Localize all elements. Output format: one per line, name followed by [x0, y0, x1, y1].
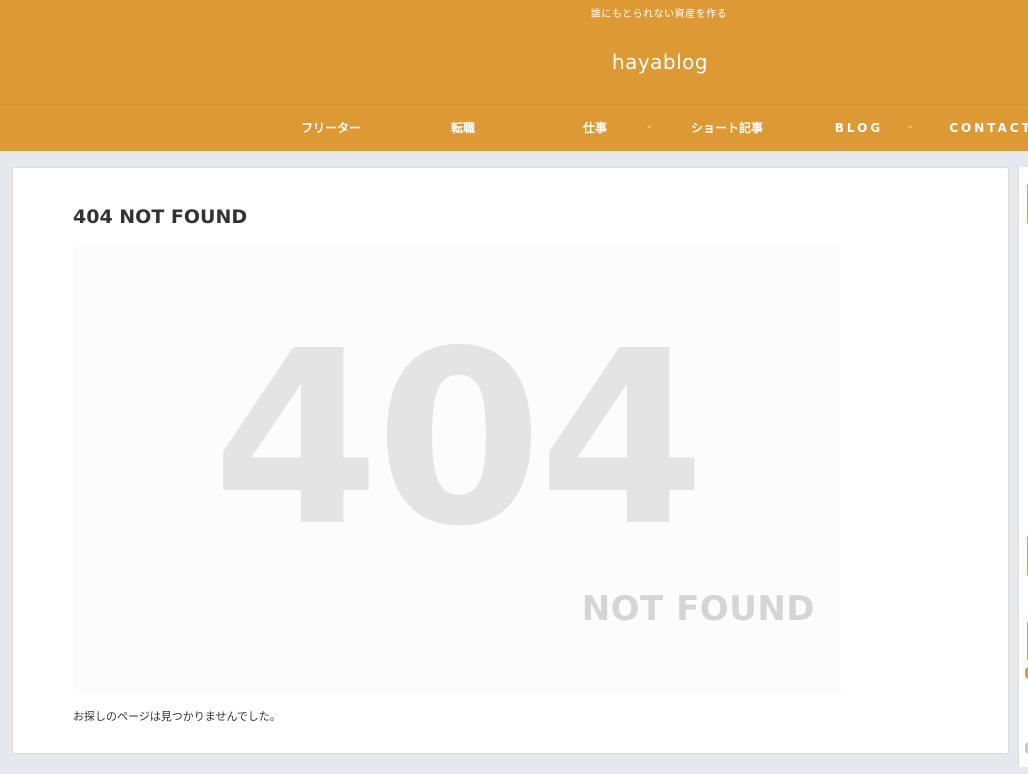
- global-nav: フリーター 転職 仕事 ⌄ ショート記事 BLOG ⌄ CONTACT: [265, 105, 1028, 150]
- site-title-link[interactable]: hayablog: [0, 50, 1028, 74]
- nav-item-label: 仕事: [582, 121, 607, 135]
- page-title: 404 NOT FOUND: [73, 206, 248, 228]
- not-found-image-number: 404: [212, 299, 706, 579]
- nav-item-blog[interactable]: BLOG ⌄: [793, 105, 925, 150]
- nav-item-label: CONTACT: [949, 120, 1028, 135]
- nav-item-freeter[interactable]: フリーター: [265, 105, 397, 150]
- not-found-image-caption: NOT FOUND: [581, 589, 815, 629]
- main-content-card: 404 NOT FOUND 404 NOT FOUND お探しのページは見つかり…: [12, 167, 1009, 754]
- nav-item-label: BLOG: [834, 120, 884, 135]
- nav-item-label: フリーター: [300, 121, 361, 135]
- sidebar-card: [1018, 167, 1028, 767]
- nav-item-label: 転職: [450, 121, 475, 135]
- not-found-message: お探しのページは見つかりませんでした。: [73, 710, 281, 723]
- nav-item-label: ショート記事: [690, 121, 763, 135]
- chevron-down-icon[interactable]: ⌄: [906, 121, 917, 131]
- site-header: 誰にもとられない資産を作る hayablog フリーター 転職 仕事 ⌄ ショー…: [0, 0, 1028, 151]
- chevron-down-icon[interactable]: ⌄: [645, 121, 653, 131]
- not-found-image: 404 NOT FOUND: [73, 245, 841, 693]
- nav-item-short-articles[interactable]: ショート記事: [661, 105, 793, 150]
- site-tagline: 誰にもとられない資産を作る: [590, 9, 728, 20]
- nav-item-contact[interactable]: CONTACT: [925, 105, 1028, 150]
- nav-item-work[interactable]: 仕事 ⌄: [529, 105, 661, 150]
- nav-item-job-change[interactable]: 転職: [397, 105, 529, 150]
